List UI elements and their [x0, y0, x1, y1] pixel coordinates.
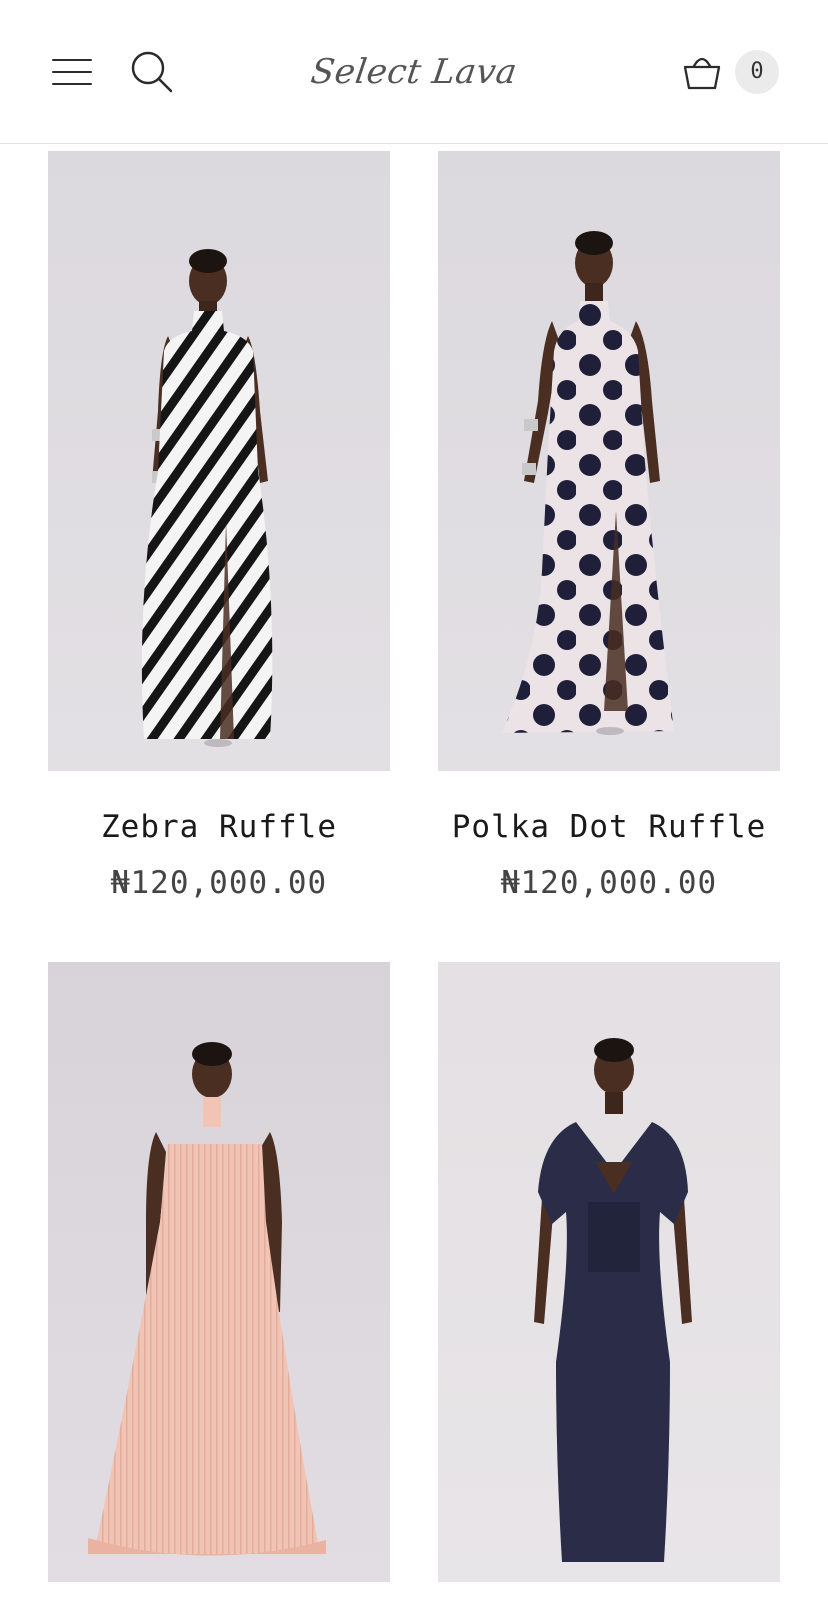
product-card[interactable]	[48, 962, 390, 1582]
product-price: ₦120,000.00	[500, 865, 718, 901]
menu-line	[52, 71, 92, 73]
product-image[interactable]	[48, 151, 390, 771]
product-card[interactable]: Polka Dot Ruffle ₦120,000.00	[438, 151, 780, 901]
shopping-basket-icon[interactable]	[680, 50, 724, 94]
menu-line	[52, 83, 92, 85]
product-card[interactable]: Zebra Ruffle ₦120,000.00	[48, 151, 390, 901]
product-price: ₦120,000.00	[110, 865, 328, 901]
menu-line	[52, 59, 92, 61]
product-title[interactable]: Zebra Ruffle	[48, 809, 390, 845]
brand-logo[interactable]: Select Lava	[260, 42, 568, 102]
search-icon[interactable]	[130, 50, 174, 94]
product-image[interactable]	[438, 962, 780, 1582]
product-image[interactable]	[438, 151, 780, 771]
cart-count-badge[interactable]: 0	[735, 50, 779, 94]
hamburger-menu-icon[interactable]	[50, 52, 94, 92]
product-image[interactable]	[48, 962, 390, 1582]
product-title[interactable]: Polka Dot Ruffle	[438, 809, 780, 845]
product-card[interactable]	[438, 962, 780, 1582]
site-header: Select Lava 0	[0, 0, 828, 144]
